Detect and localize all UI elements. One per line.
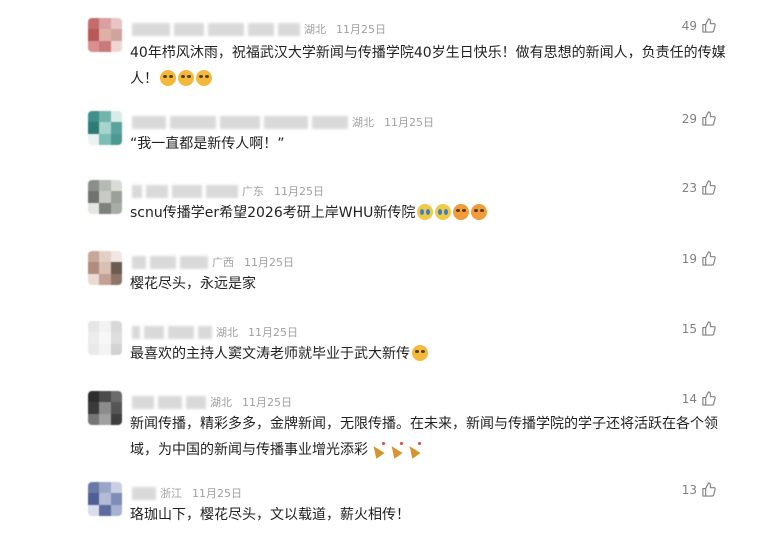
avatar[interactable]	[88, 180, 122, 214]
comment-body: “我一直都是新传人啊！”	[130, 136, 285, 152]
location-label: 广西	[212, 256, 234, 269]
comment-body: scnu传播学er希望2026考研上岸WHU新传院	[130, 205, 416, 221]
comment-body: 40年栉风沐雨，祝福武汉大学新闻与传播学院40岁生日快乐！做有思想的新闻人，负责…	[130, 45, 726, 87]
comment-body: 最喜欢的主持人窦文涛老师就毕业于武大新传	[130, 346, 410, 362]
emoji-group	[368, 442, 422, 458]
date-label: 11月25日	[244, 256, 294, 269]
username-redacted[interactable]	[132, 325, 216, 339]
emoji-group	[158, 70, 212, 87]
avatar[interactable]	[88, 482, 122, 516]
username-redacted[interactable]	[132, 486, 160, 500]
date-label: 11月25日	[274, 185, 324, 198]
grin-emoji-icon	[178, 70, 194, 86]
date-label: 11月25日	[192, 487, 242, 500]
thumbs-up-icon	[702, 391, 716, 406]
thumbs-up-icon	[702, 180, 716, 195]
like-count: 19	[681, 251, 697, 266]
avatar[interactable]	[88, 111, 122, 145]
thumbs-up-icon	[702, 321, 716, 336]
comment-body: 樱花尽头，永远是家	[130, 276, 256, 292]
cry-emoji-icon	[435, 204, 452, 220]
date-label: 11月25日	[336, 23, 386, 36]
grin-emoji-icon	[196, 70, 212, 86]
comment-meta: 湖北 11月25日	[132, 113, 444, 131]
location-label: 湖北	[352, 116, 374, 129]
location-label: 湖北	[304, 23, 326, 36]
like-button[interactable]: 49	[682, 18, 716, 33]
comment-meta: 湖北 11月25日	[132, 20, 396, 38]
party-emoji-icon	[406, 441, 422, 457]
like-button[interactable]: 14	[682, 391, 716, 406]
comment-meta: 广东 11月25日	[132, 182, 334, 200]
like-count: 23	[681, 180, 697, 195]
thumbs-up-icon	[702, 18, 716, 33]
comment-text: “我一直都是新传人啊！”	[130, 131, 730, 157]
like-button[interactable]: 13	[682, 482, 716, 497]
cheer-emoji-icon	[471, 204, 488, 220]
grin-emoji-icon	[412, 345, 428, 361]
party-emoji-icon	[388, 441, 404, 457]
like-count: 13	[681, 482, 697, 497]
comment-text: 最喜欢的主持人窦文涛老师就毕业于武大新传	[130, 341, 730, 367]
emoji-group	[415, 204, 488, 221]
comment-text: 珞珈山下，樱花尽头，文以载道，薪火相传！	[130, 502, 730, 528]
comment-text: 新闻传播，精彩多多，金牌新闻，无限传播。在未来，新闻与传播学院的学子还将活跃在各…	[130, 411, 730, 463]
grin-emoji-icon	[160, 70, 176, 86]
like-button[interactable]: 29	[682, 111, 716, 126]
like-count: 15	[681, 321, 697, 336]
location-label: 湖北	[210, 396, 232, 409]
username-redacted[interactable]	[132, 22, 304, 36]
date-label: 11月25日	[384, 116, 434, 129]
avatar[interactable]	[88, 251, 122, 285]
location-label: 湖北	[216, 326, 238, 339]
avatar[interactable]	[88, 391, 122, 425]
thumbs-up-icon	[702, 111, 716, 126]
avatar[interactable]	[88, 18, 122, 52]
like-count: 49	[681, 18, 697, 33]
cry-emoji-icon	[417, 204, 434, 220]
comment-meta: 浙江 11月25日	[132, 484, 252, 502]
location-label: 浙江	[160, 487, 182, 500]
like-button[interactable]: 15	[682, 321, 716, 336]
location-label: 广东	[242, 185, 264, 198]
date-label: 11月25日	[242, 396, 292, 409]
comment-text: 40年栉风沐雨，祝福武汉大学新闻与传播学院40岁生日快乐！做有思想的新闻人，负责…	[130, 40, 730, 92]
date-label: 11月25日	[248, 326, 298, 339]
comment-meta: 湖北 11月25日	[132, 323, 308, 341]
comment-body: 新闻传播，精彩多多，金牌新闻，无限传播。在未来，新闻与传播学院的学子还将活跃在各…	[130, 416, 718, 458]
emoji-group	[410, 345, 428, 362]
comment-meta: 湖北 11月25日	[132, 393, 302, 411]
like-button[interactable]: 23	[682, 180, 716, 195]
username-redacted[interactable]	[132, 115, 352, 129]
comment-body: 珞珈山下，樱花尽头，文以载道，薪火相传！	[130, 507, 410, 523]
comment-text: scnu传播学er希望2026考研上岸WHU新传院	[130, 200, 730, 226]
thumbs-up-icon	[702, 251, 716, 266]
comment-meta: 广西 11月25日	[132, 253, 304, 271]
thumbs-up-icon	[702, 482, 716, 497]
comment-text: 樱花尽头，永远是家	[130, 271, 730, 297]
party-emoji-icon	[370, 441, 386, 457]
cheer-emoji-icon	[453, 204, 470, 220]
like-count: 29	[681, 111, 697, 126]
username-redacted[interactable]	[132, 184, 242, 198]
like-button[interactable]: 19	[682, 251, 716, 266]
avatar[interactable]	[88, 321, 122, 355]
username-redacted[interactable]	[132, 255, 212, 269]
like-count: 14	[681, 391, 697, 406]
username-redacted[interactable]	[132, 395, 210, 409]
